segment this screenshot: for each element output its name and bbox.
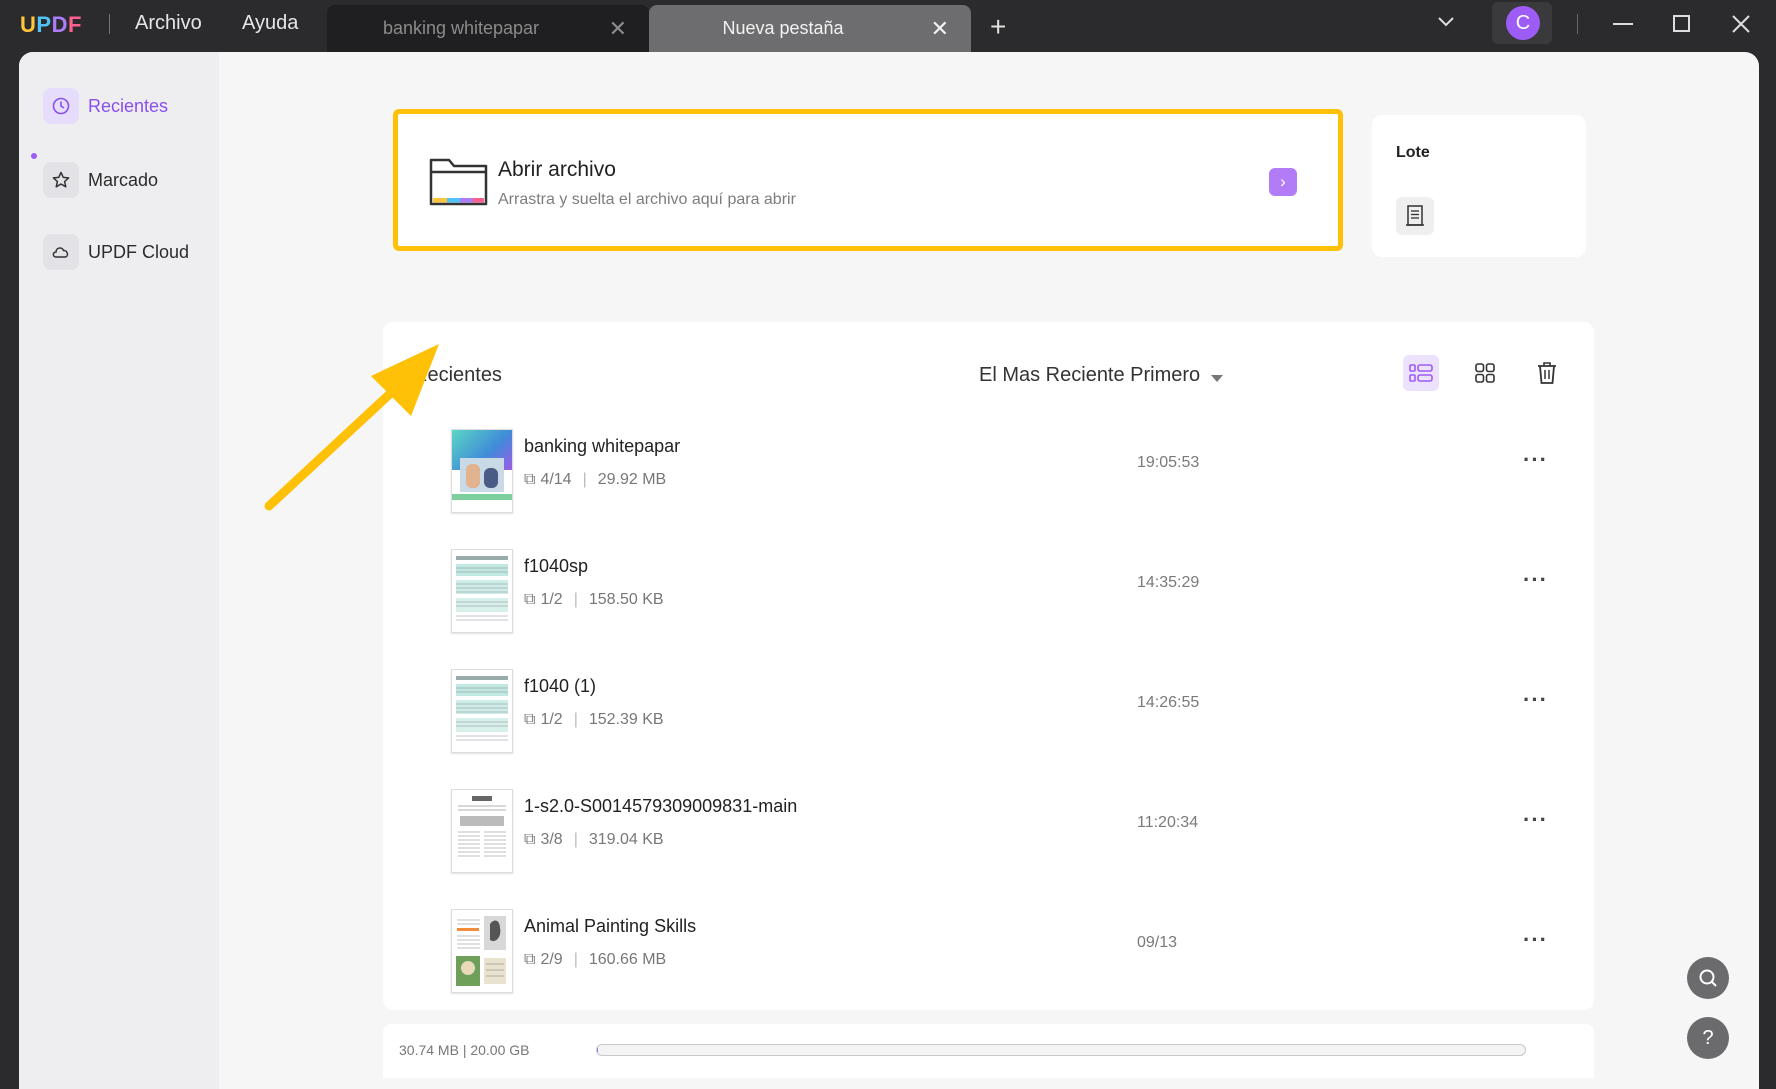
file-name: f1040 (1) xyxy=(524,676,597,696)
tab-close-icon[interactable]: ✕ xyxy=(609,16,627,42)
chevron-down-icon[interactable] xyxy=(1436,14,1456,35)
title-separator xyxy=(109,14,110,34)
file-row[interactable]: f1040sp ⧉ 1/2 | 158.50 KB 14:35:29 ··· xyxy=(383,543,1594,663)
minimize-icon[interactable] xyxy=(1611,12,1635,41)
sidebar-item-marcado[interactable]: Marcado xyxy=(43,162,158,198)
yellow-arrow-annotation xyxy=(259,338,449,523)
open-file-card[interactable]: Abrir archivo Arrastra y suelta el archi… xyxy=(393,109,1343,251)
trash-icon[interactable] xyxy=(1529,355,1565,391)
more-options-icon[interactable]: ··· xyxy=(1523,807,1548,833)
recent-files-panel: Recientes El Mas Reciente Primero bankin… xyxy=(383,322,1594,1010)
menu-ayuda[interactable]: Ayuda xyxy=(242,12,298,35)
menu-archivo[interactable]: Archivo xyxy=(135,12,202,35)
tab-label: banking whitepapar xyxy=(382,18,540,38)
file-time: 11:20:34 xyxy=(1137,814,1199,831)
file-name: f1040sp xyxy=(524,556,589,576)
file-thumbnail xyxy=(451,429,513,513)
file-meta: ⧉ 1/2 | 152.39 KB xyxy=(524,711,664,728)
storage-progress-fill xyxy=(597,1045,599,1055)
file-thumbnail xyxy=(451,789,513,873)
sidebar-item-recientes[interactable]: Recientes xyxy=(43,88,168,124)
file-size: 152.39 KB xyxy=(588,711,664,728)
clock-icon xyxy=(43,88,79,124)
file-thumbnail xyxy=(451,549,513,633)
more-options-icon[interactable]: ··· xyxy=(1523,447,1548,473)
file-pages: 2/9 xyxy=(540,951,563,968)
batch-document-icon[interactable] xyxy=(1396,197,1434,235)
file-size: 160.66 MB xyxy=(588,951,667,968)
sort-dropdown[interactable]: El Mas Reciente Primero xyxy=(979,364,1200,387)
sidebar-indicator-dot xyxy=(31,153,37,159)
file-row[interactable]: Animal Painting Skills ⧉ 2/9 | 160.66 MB 09… xyxy=(383,903,1594,1023)
storage-footer: 30.74 MB | 20.00 GB xyxy=(383,1024,1594,1078)
file-size: 158.50 KB xyxy=(588,591,664,608)
file-meta: ⧉ 3/8 | 319.04 KB xyxy=(524,831,664,848)
file-row[interactable]: 1-s2.0-S0014579309009831-main ⧉ 3/8 | 319.0… xyxy=(383,783,1594,903)
file-row[interactable]: f1040 (1) ⧉ 1/2 | 152.39 KB 14:26:55 ··· xyxy=(383,663,1594,783)
sidebar-item-label: Marcado xyxy=(88,169,159,190)
updf-logo: UPDF xyxy=(20,12,82,37)
star-icon xyxy=(43,162,79,198)
window-separator xyxy=(1577,14,1578,34)
batch-card: Lote xyxy=(1372,115,1586,257)
user-avatar[interactable]: C xyxy=(1506,6,1540,40)
tab-banking-whitepapar[interactable]: banking whitepapar ✕ xyxy=(327,5,649,52)
sidebar-item-updf-cloud[interactable]: UPDF Cloud xyxy=(43,234,189,270)
new-tab-plus-icon[interactable]: + xyxy=(990,11,1006,43)
file-thumbnail xyxy=(451,669,513,753)
file-name: banking whitepapar xyxy=(524,436,681,456)
pages-icon: ⧉ xyxy=(524,831,536,848)
search-icon[interactable] xyxy=(1687,957,1729,999)
sidebar-item-label: Recientes xyxy=(88,95,169,116)
cloud-icon xyxy=(43,234,79,270)
file-thumbnail xyxy=(451,909,513,993)
pages-icon: ⧉ xyxy=(524,471,536,488)
file-meta: ⧉ 2/9 | 160.66 MB xyxy=(524,951,667,968)
file-name: Animal Painting Skills xyxy=(524,916,697,936)
sidebar-item-label: UPDF Cloud xyxy=(88,241,190,262)
title-bar: UPDF Archivo Ayuda banking whitepapar ✕ … xyxy=(0,0,1776,52)
file-row[interactable]: banking whitepapar ⧉ 4/14 | 29.92 MB 19:05:… xyxy=(383,423,1594,543)
tab-nueva-pestana[interactable]: Nueva pestaña ✕ xyxy=(649,5,971,52)
more-options-icon[interactable]: ··· xyxy=(1523,567,1548,593)
storage-progress-bar xyxy=(596,1044,1526,1056)
more-options-icon[interactable]: ··· xyxy=(1523,687,1548,713)
file-size: 319.04 KB xyxy=(588,831,664,848)
more-options-icon[interactable]: ··· xyxy=(1523,927,1548,953)
batch-label: Lote xyxy=(1396,144,1430,161)
pages-icon: ⧉ xyxy=(524,591,536,608)
file-meta: ⧉ 1/2 | 158.50 KB xyxy=(524,591,664,608)
tab-close-icon[interactable]: ✕ xyxy=(931,16,949,42)
open-file-chevron-right-icon[interactable]: › xyxy=(1269,168,1297,196)
storage-label: 30.74 MB | 20.00 GB xyxy=(399,1042,530,1058)
close-window-icon[interactable] xyxy=(1729,12,1753,41)
file-time: 14:26:55 xyxy=(1137,694,1200,711)
file-pages: 1/2 xyxy=(540,711,563,728)
file-name: 1-s2.0-S0014579309009831-main xyxy=(524,796,798,816)
help-icon[interactable]: ? xyxy=(1687,1017,1729,1059)
maximize-icon[interactable] xyxy=(1670,12,1694,41)
file-time: 19:05:53 xyxy=(1137,454,1200,471)
file-time: 14:35:29 xyxy=(1137,574,1200,591)
open-file-subtitle: Arrastra y suelta el archivo aquí para a… xyxy=(498,191,796,208)
caret-down-icon[interactable] xyxy=(1211,370,1223,388)
pages-icon: ⧉ xyxy=(524,711,536,728)
file-pages: 3/8 xyxy=(540,831,563,848)
file-pages: 4/14 xyxy=(540,471,572,488)
tab-label: Nueva pestaña xyxy=(722,18,844,38)
grid-view-icon[interactable] xyxy=(1467,355,1503,391)
file-pages: 1/2 xyxy=(540,591,563,608)
folder-icon xyxy=(428,152,490,215)
file-size: 29.92 MB xyxy=(597,471,667,488)
pages-icon: ⧉ xyxy=(524,951,536,968)
file-time: 09/13 xyxy=(1137,934,1178,951)
sidebar: Recientes Marcado UPDF Cloud xyxy=(19,52,219,1089)
open-file-title: Abrir archivo xyxy=(498,158,616,181)
file-meta: ⧉ 4/14 | 29.92 MB xyxy=(524,471,667,488)
list-view-icon[interactable] xyxy=(1403,355,1439,391)
main-window: Recientes Marcado UPDF Cloud Abrir archi… xyxy=(19,52,1759,1089)
